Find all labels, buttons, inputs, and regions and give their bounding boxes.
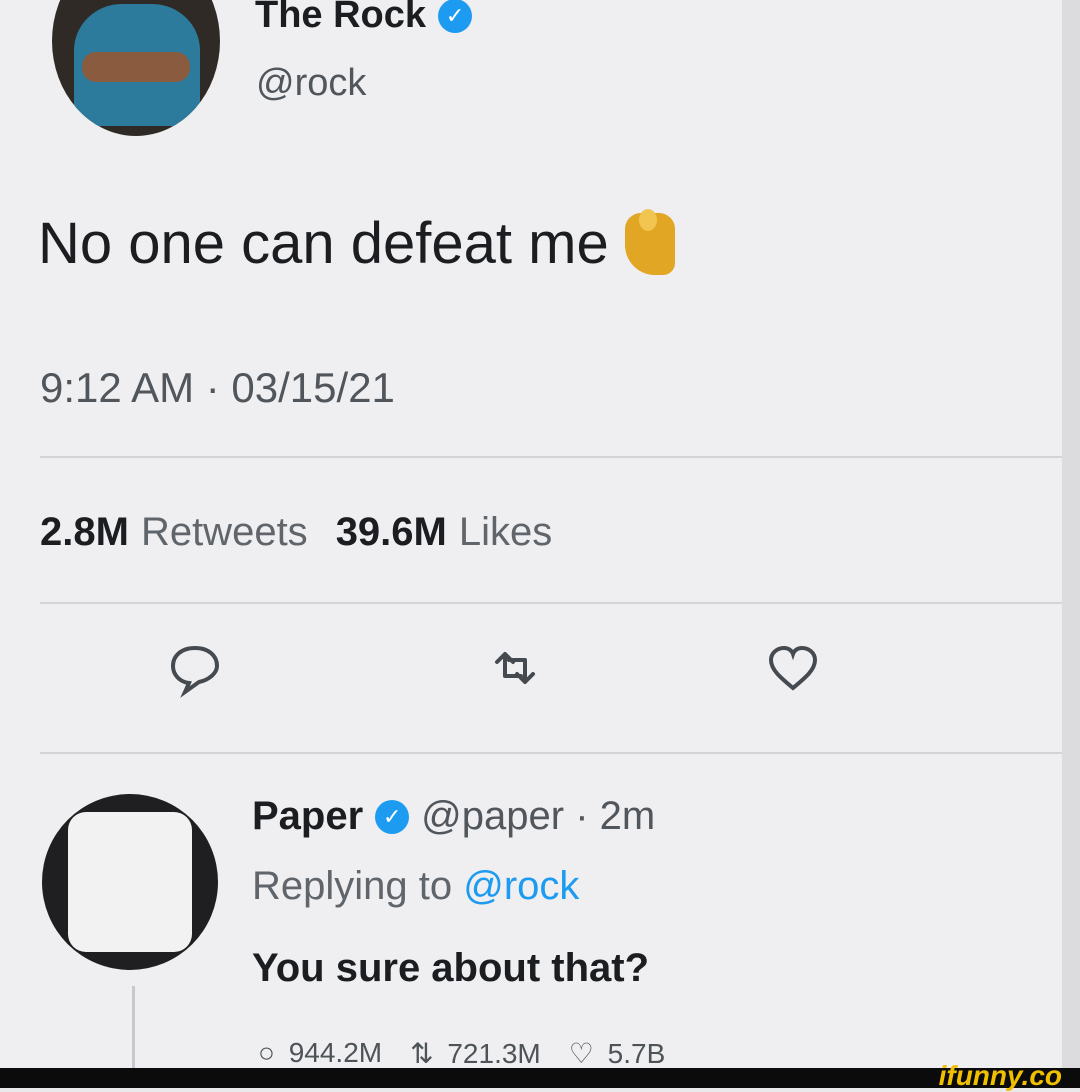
flexed-biceps-icon: [624, 208, 675, 275]
like-label[interactable]: Likes: [459, 510, 552, 555]
tweet-actions: [0, 638, 1062, 718]
like-icon: ♡: [568, 1038, 594, 1069]
reply-count: 944.2M: [288, 1037, 383, 1068]
author-handle[interactable]: @rock: [256, 62, 366, 105]
retweet-count-item[interactable]: ⇅ 721.3M: [410, 1037, 541, 1070]
retweet-count: 721.3M: [447, 1038, 541, 1069]
background-edge: [1062, 0, 1080, 1068]
like-count: 5.7B: [607, 1038, 666, 1069]
like-count[interactable]: 39.6M: [336, 510, 447, 555]
avatar-arms: [82, 52, 190, 82]
reply-icon: [170, 645, 220, 698]
tweet-text: No one can defeat me: [38, 208, 675, 277]
verified-badge-icon: ✓: [438, 0, 473, 33]
reply-text: You sure about that?: [252, 946, 650, 990]
reply-action-counts: ○ 944.2M ⇅ 721.3M ♡ 5.7B: [258, 1037, 665, 1070]
author-name-line: The Rock ✓: [255, 0, 473, 37]
thread-connector: [132, 986, 135, 1068]
author-avatar[interactable]: [52, 0, 220, 136]
reply-header: Paper ✓ @paper · 2m: [252, 794, 655, 839]
verified-badge-icon: ✓: [375, 799, 410, 834]
like-icon: [768, 645, 818, 691]
reply-author-avatar[interactable]: [42, 794, 218, 970]
like-count-item[interactable]: ♡ 5.7B: [569, 1037, 666, 1070]
reply-icon: ○: [258, 1037, 275, 1068]
reply-author-name[interactable]: Paper: [252, 794, 363, 839]
replying-mention[interactable]: @rock: [463, 864, 579, 908]
ifunny-watermark: ifunny.co: [938, 1060, 1062, 1091]
retweet-label[interactable]: Retweets: [141, 510, 308, 555]
retweet-button[interactable]: [485, 638, 545, 698]
replying-prefix: Replying to: [252, 864, 453, 908]
tweet-timestamp[interactable]: 9:12 AM · 03/15/21: [40, 364, 395, 412]
like-button[interactable]: [763, 638, 823, 698]
tweet-page: The Rock ✓ @rock No one can defeat me 9:…: [0, 0, 1062, 1088]
reply-count-item[interactable]: ○ 944.2M: [258, 1037, 382, 1070]
tweet-stats: 2.8M Retweets 39.6M Likes: [40, 510, 568, 555]
paper-sheet-icon: [68, 812, 192, 952]
share-button-partial[interactable]: [1052, 638, 1062, 698]
divider: [40, 456, 1062, 458]
divider: [40, 752, 1062, 754]
retweet-icon: [495, 652, 535, 684]
author-name[interactable]: The Rock: [255, 0, 426, 37]
retweet-icon: ⇅: [410, 1038, 434, 1069]
tweet-text-content: No one can defeat me: [38, 211, 609, 276]
reply-button[interactable]: [165, 638, 225, 698]
divider: [40, 602, 1062, 604]
bottom-bar: [0, 1068, 1080, 1088]
retweet-count[interactable]: 2.8M: [40, 510, 129, 555]
reply-author-meta[interactable]: @paper · 2m: [421, 794, 655, 839]
replying-to: Replying to @rock: [252, 864, 579, 909]
